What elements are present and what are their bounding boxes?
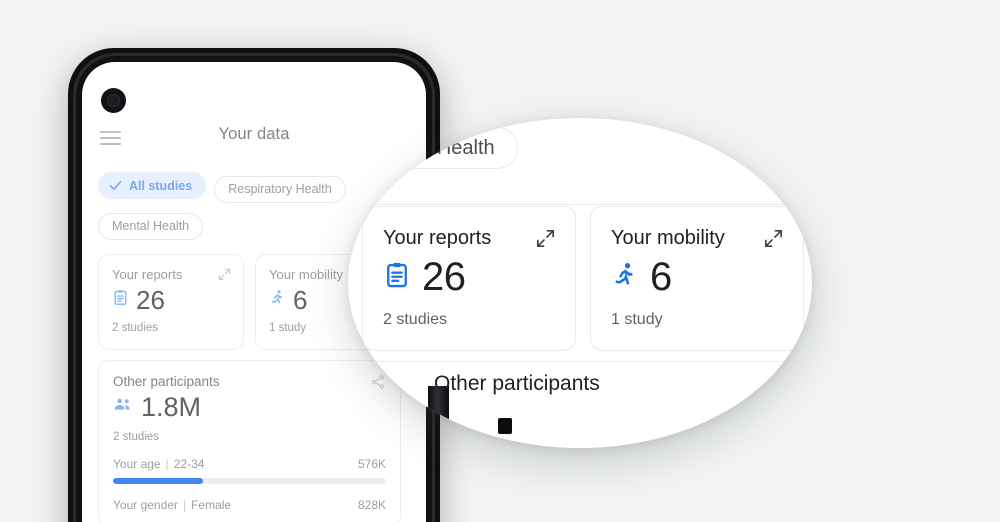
card-value: 26 — [136, 285, 165, 315]
stat-label: Your gender — [113, 498, 178, 512]
running-person-icon — [611, 261, 639, 294]
participants-value-row: 1.8M — [113, 394, 386, 421]
card-your-reports[interactable]: Your reports 26 2 studies — [98, 254, 244, 350]
front-camera-icon — [101, 88, 126, 113]
card-value-row: 26 — [112, 287, 230, 313]
phone-frame-slice — [498, 418, 512, 434]
card-value-row: 6 — [611, 257, 783, 297]
expand-arrows-icon[interactable] — [762, 227, 785, 250]
card-title: Your reports — [383, 227, 492, 249]
chip-label: Respiratory Health — [348, 136, 495, 159]
clipboard-icon — [112, 289, 129, 311]
stat-row-gender: Your gender | Female 828K — [113, 498, 386, 512]
progress-bar-fill — [113, 478, 204, 484]
magnifier-bubble: Respiratory Health Your reports — [348, 118, 812, 448]
magnified-participants-title: Other participants — [434, 372, 600, 395]
stat-count: 576K — [357, 457, 386, 471]
chip-all-studies[interactable]: All studies — [98, 172, 207, 199]
scene-root: Your data All studies Respiratory Health… — [0, 0, 1000, 522]
card-subtitle: 2 studies — [383, 311, 448, 328]
stat-count: 828K — [357, 498, 386, 512]
card-value: 26 — [422, 255, 466, 299]
magnified-card-your-reports[interactable]: Your reports 26 2 studies — [362, 206, 576, 351]
stat-row-age: Your age | 22-34 576K — [113, 457, 386, 484]
stat-label-group: Your age | 22-34 — [113, 457, 204, 471]
participants-value: 1.8M — [141, 392, 202, 422]
stat-label: Your age — [113, 457, 161, 471]
participants-subtitle: 2 studies — [113, 431, 160, 443]
participants-title: Other participants — [113, 374, 220, 389]
card-subtitle: 2 studies — [112, 322, 159, 334]
stat-line: Your gender | Female 828K — [113, 498, 386, 512]
divider — [348, 361, 812, 362]
chip-label: Mental Health — [112, 219, 190, 233]
people-icon — [113, 395, 133, 420]
magnified-participants-row: Other participants — [348, 372, 812, 396]
stat-separator: | — [182, 498, 187, 512]
expand-arrows-icon[interactable] — [217, 267, 232, 282]
clipboard-icon — [383, 261, 411, 294]
card-value: 6 — [293, 285, 308, 315]
magnified-card-your-mobility[interactable]: Your mobility 6 1 study — [590, 206, 804, 351]
check-icon — [108, 178, 123, 193]
card-value: 6 — [650, 255, 672, 299]
progress-bar-track — [113, 478, 386, 484]
magnified-cards-row: Your reports 26 2 studies Your mobility … — [362, 206, 804, 351]
card-title: Your reports — [112, 267, 183, 282]
divider — [348, 204, 812, 205]
stat-value: Female — [191, 498, 232, 512]
magnifier-content: Respiratory Health Your reports — [348, 118, 812, 448]
stat-line: Your age | 22-34 576K — [113, 457, 386, 471]
chip-respiratory-health[interactable]: Respiratory Health — [214, 175, 346, 203]
stat-value: 22-34 — [173, 457, 205, 471]
chip-label: Respiratory Health — [228, 182, 332, 196]
card-title: Your mobility — [611, 227, 725, 249]
stat-label-group: Your gender | Female — [113, 498, 231, 512]
card-subtitle: 1 study — [611, 311, 663, 328]
expand-arrows-icon[interactable] — [534, 227, 557, 250]
card-value-row: 26 — [383, 257, 555, 297]
stat-separator: | — [165, 457, 169, 471]
running-person-icon — [269, 289, 286, 311]
share-icon[interactable] — [368, 373, 390, 395]
magnified-chip-respiratory-health[interactable]: Respiratory Health — [348, 127, 518, 169]
participants-header: Other participants — [113, 374, 386, 390]
chip-label: All studies — [129, 178, 193, 193]
chip-mental-health[interactable]: Mental Health — [98, 212, 204, 240]
